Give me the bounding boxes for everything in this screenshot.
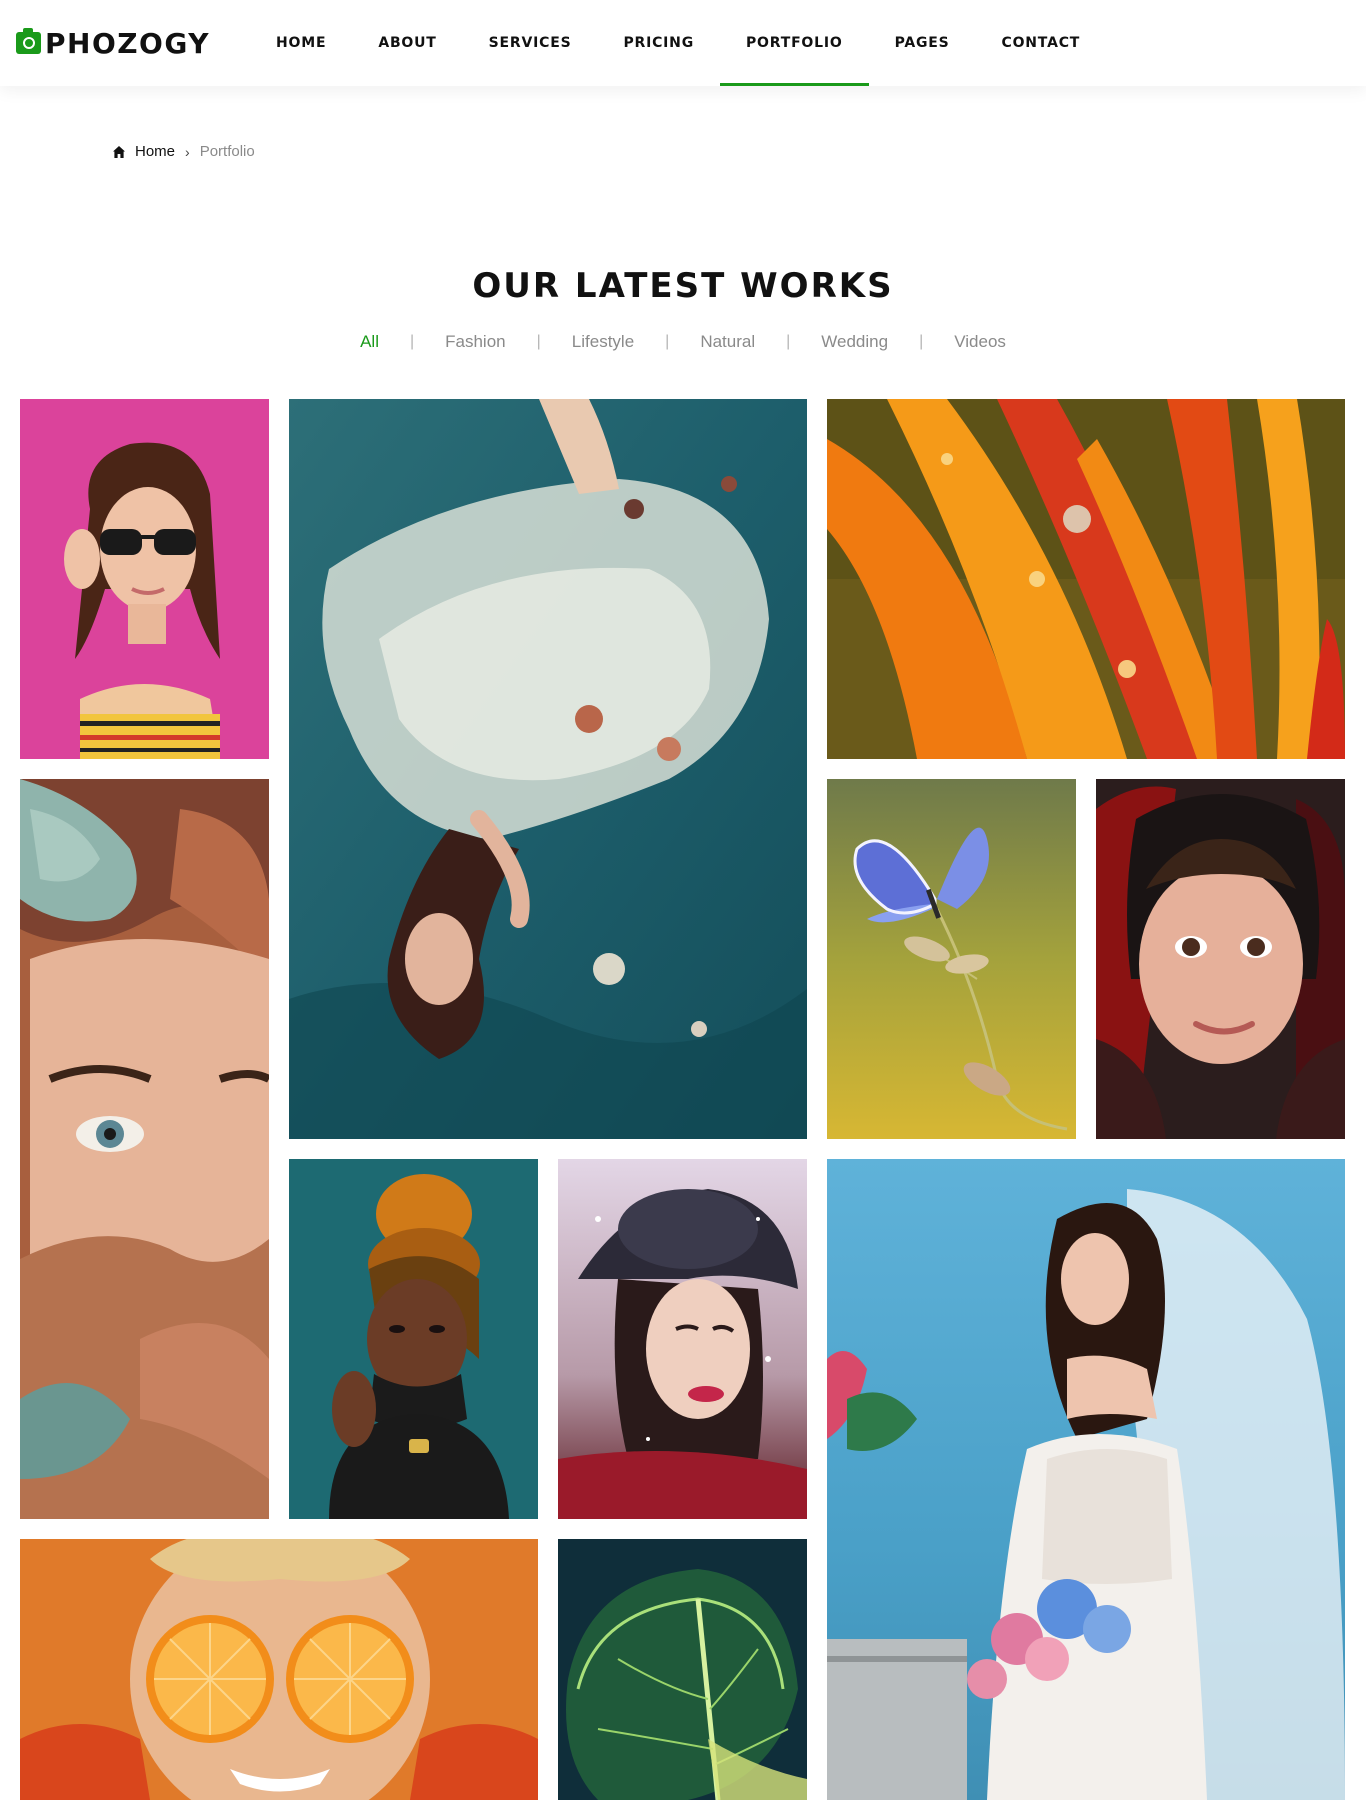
breadcrumb-separator: › <box>185 143 190 160</box>
gallery-item-woman-hat[interactable] <box>558 1159 807 1519</box>
portrait-photo <box>1096 779 1345 1139</box>
gallery-item-bride[interactable] <box>827 1159 1345 1800</box>
camera-icon <box>16 28 41 54</box>
breadcrumb-current: Portfolio <box>199 143 255 160</box>
site-header: PHOZOGY HOME ABOUT SERVICES PRICING PORT… <box>0 0 1366 86</box>
nav-item-pricing[interactable]: PRICING <box>597 0 720 86</box>
nav-item-about[interactable]: ABOUT <box>352 0 462 86</box>
portrait-photo <box>558 1159 807 1519</box>
home-icon <box>113 145 125 158</box>
gallery-item-woman-roses[interactable] <box>20 779 269 1519</box>
gallery-item-woman-oranges[interactable] <box>20 1539 538 1800</box>
leaf-photo <box>558 1539 807 1800</box>
portrait-photo <box>20 779 269 1519</box>
lifestyle-photo <box>20 1539 538 1800</box>
bride-photo <box>827 1159 1345 1800</box>
nav-item-portfolio[interactable]: PORTFOLIO <box>720 0 869 86</box>
filter-separator: | <box>665 333 670 350</box>
filter-lifestyle[interactable]: Lifestyle <box>572 332 634 352</box>
breadcrumb: Home › Portfolio <box>112 143 255 160</box>
main-nav: HOME ABOUT SERVICES PRICING PORTFOLIO PA… <box>250 0 1106 86</box>
filter-wedding[interactable]: Wedding <box>821 332 888 352</box>
gallery-item-girl-portrait[interactable] <box>1096 779 1345 1139</box>
nav-item-services[interactable]: SERVICES <box>463 0 598 86</box>
filter-separator: | <box>536 333 541 350</box>
flower-photo <box>827 399 1345 759</box>
portrait-photo <box>20 399 269 759</box>
breadcrumb-home-link[interactable]: Home <box>135 143 175 160</box>
filter-separator: | <box>919 333 924 350</box>
nav-item-pages[interactable]: PAGES <box>869 0 976 86</box>
gallery-item-woman-in-water[interactable] <box>289 399 807 1139</box>
filter-all[interactable]: All <box>360 332 379 352</box>
filter-natural[interactable]: Natural <box>700 332 755 352</box>
gallery-item-woman-braids[interactable] <box>289 1159 538 1519</box>
nav-item-contact[interactable]: CONTACT <box>976 0 1107 86</box>
portfolio-filters: All | Fashion | Lifestyle | Natural | We… <box>0 332 1366 352</box>
section-title: OUR LATEST WORKS <box>472 266 894 306</box>
nav-item-home[interactable]: HOME <box>250 0 352 86</box>
butterfly-photo <box>827 779 1076 1139</box>
gallery-item-leaf[interactable] <box>558 1539 807 1800</box>
filter-separator: | <box>409 333 415 350</box>
portrait-photo <box>289 1159 538 1519</box>
filter-separator: | <box>786 333 791 350</box>
gallery-item-butterfly[interactable] <box>827 779 1076 1139</box>
gallery-item-orange-flower[interactable] <box>827 399 1345 759</box>
logo-text: PHOZOGY <box>45 26 211 60</box>
water-photo <box>289 399 807 1139</box>
filter-videos[interactable]: Videos <box>954 332 1006 352</box>
logo[interactable]: PHOZOGY <box>16 26 211 60</box>
filter-fashion[interactable]: Fashion <box>445 332 505 352</box>
gallery-item-woman-sunglasses[interactable] <box>20 399 269 759</box>
